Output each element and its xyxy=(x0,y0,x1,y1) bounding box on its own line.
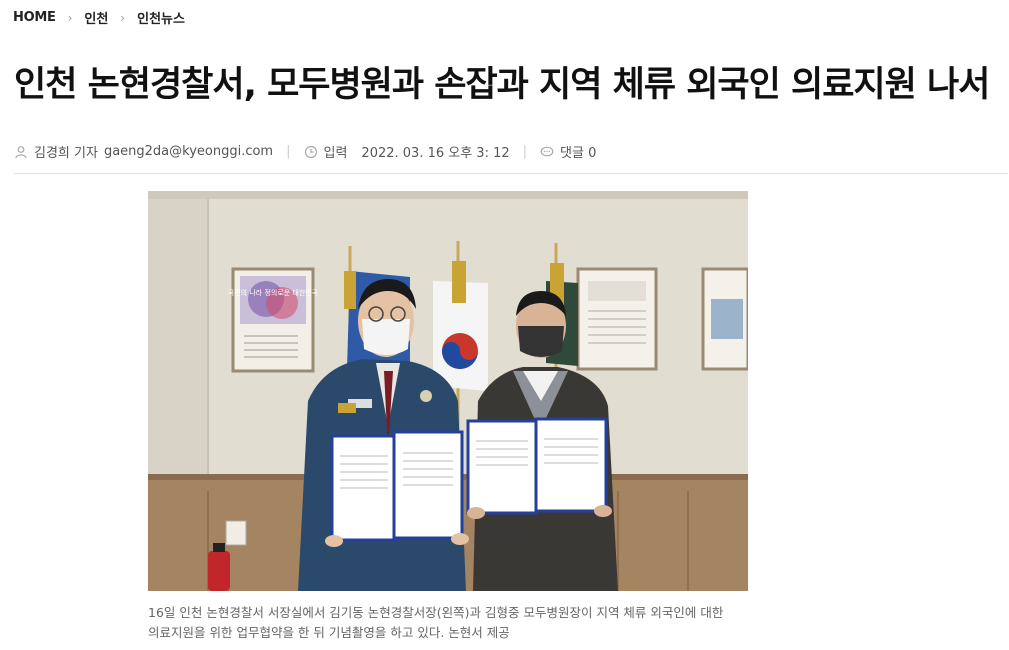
comments-count: 0 xyxy=(588,146,597,161)
author-email[interactable]: gaeng2da@kyeonggi.com xyxy=(104,144,273,159)
published-date: 2022. 03. 16 오후 3: 12 xyxy=(361,146,510,161)
caption-line-1: 16일 인천 논현경찰서 서장실에서 김기동 논현경찰서장(왼쪽)과 김형중 모… xyxy=(148,605,724,620)
breadcrumb-home-link[interactable]: HOME xyxy=(13,10,56,25)
article-title: 인천 논현경찰서, 모두병원과 손잡과 지역 체류 외국인 의료지원 나서 xyxy=(14,65,990,105)
breadcrumb: HOME › 인천 › 인천뉴스 xyxy=(13,8,185,27)
photo-caption: 16일 인천 논현경찰서 서장실에서 김기동 논현경찰서장(왼쪽)과 김형중 모… xyxy=(148,603,758,643)
meta-divider-line xyxy=(14,173,1008,174)
published-label: 입력 xyxy=(323,146,348,161)
meta-divider: | xyxy=(522,144,528,159)
author-name: 김경희 기자 xyxy=(34,146,98,161)
comment-icon xyxy=(540,145,554,159)
chevron-right-icon: › xyxy=(120,10,126,25)
article-meta: 김경희 기자 gaeng2da@kyeonggi.com | 입력 2022. … xyxy=(14,142,1008,161)
caption-line-2: 의료지원을 위한 업무협약을 한 뒤 기념촬영을 하고 있다. 논현서 제공 xyxy=(148,625,510,640)
clock-icon xyxy=(304,145,318,159)
comments-label: 댓글 xyxy=(560,146,584,161)
poster-text: 국민의 나라 정의로운 대한민국 xyxy=(228,288,319,297)
chevron-right-icon: › xyxy=(67,10,73,25)
meta-divider: | xyxy=(286,144,291,159)
article-photo: 국민의 나라 정의로운 대한민국 xyxy=(148,191,748,591)
user-icon xyxy=(14,145,28,159)
breadcrumb-incheon-link[interactable]: 인천 xyxy=(84,8,108,27)
breadcrumb-incheon-news-link[interactable]: 인천뉴스 xyxy=(137,8,185,27)
comments-link[interactable]: 댓글 0 xyxy=(560,142,596,161)
